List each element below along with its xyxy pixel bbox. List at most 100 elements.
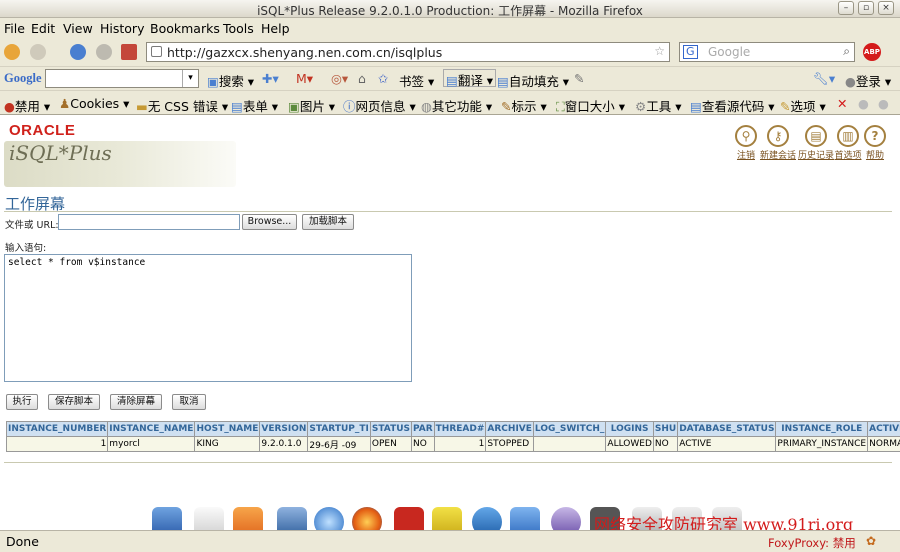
minimize-button[interactable]: –	[838, 1, 854, 15]
result-table: INSTANCE_NUMBER INSTANCE_NAME HOST_NAME …	[5, 421, 900, 452]
divider	[4, 462, 892, 463]
cancel-button[interactable]: 取消	[172, 394, 206, 410]
wd-resize[interactable]: ⛶窗口大小 ▾	[556, 96, 625, 115]
sql-input[interactable]: select * from v$instance	[4, 254, 412, 382]
menu-help[interactable]: Help	[261, 21, 290, 36]
webdev-toolbar: ●禁用 ▾ ♟Cookies ▾ ▬无 CSS 错误 ▾ ▤表单 ▾ ▣图片 ▾…	[0, 90, 900, 114]
bookmark-star-icon[interactable]: ☆	[654, 44, 665, 58]
cookies-icon: ♟	[59, 96, 71, 111]
google-page-icon[interactable]: ⌂	[358, 71, 366, 86]
status-dot-icon: ●	[858, 96, 869, 111]
search-box[interactable]: G Google ⌕	[679, 42, 855, 62]
google-autofill-button[interactable]: ▤自动填充 ▾	[497, 71, 569, 90]
close-window-button[interactable]: ×	[878, 1, 894, 15]
help-link[interactable]: ? 帮助	[855, 125, 895, 161]
menu-file[interactable]: File	[4, 21, 25, 36]
wd-tools[interactable]: ⚙工具 ▾	[635, 96, 681, 115]
column-header: ACTIVE_ST	[867, 421, 900, 437]
column-header: LOGINS	[605, 421, 654, 437]
wrench-icon[interactable]: 🔧︎▾	[813, 71, 835, 87]
table-cell: NO	[411, 436, 435, 452]
close-icon[interactable]: ✕	[837, 96, 847, 111]
status-bar: Done FoxyProxy: 禁用 ✿	[0, 530, 900, 552]
history-icon: ▤	[805, 125, 827, 147]
save-script-button[interactable]: 保存脚本	[48, 394, 100, 410]
file-url-input[interactable]	[58, 214, 240, 230]
menu-edit[interactable]: Edit	[31, 21, 55, 36]
search-placeholder: Google	[708, 45, 751, 59]
search-engine-icon[interactable]: G	[683, 45, 698, 59]
wd-outline[interactable]: ✎标示 ▾	[501, 96, 547, 115]
reload-icon[interactable]	[70, 44, 86, 60]
execute-button[interactable]: 执行	[6, 394, 38, 410]
wd-misc[interactable]: ◍其它功能 ▾	[421, 96, 492, 115]
browse-button[interactable]: Browse...	[242, 214, 297, 230]
wd-options[interactable]: ✎选项 ▾	[780, 96, 826, 115]
column-header: STARTUP_TI	[307, 421, 371, 437]
column-header: ARCHIVE	[485, 421, 534, 437]
load-script-button[interactable]: 加载脚本	[302, 214, 354, 230]
google-translate-button[interactable]: ▤翻译 ▾	[443, 69, 497, 88]
file-url-label: 文件或 URL:	[5, 220, 59, 231]
search-icon[interactable]: ⌕	[843, 44, 850, 59]
menu-history[interactable]: History	[100, 21, 144, 36]
table-cell: ALLOWED	[605, 436, 654, 452]
column-header: SHU	[652, 421, 679, 437]
menu-view[interactable]: View	[63, 21, 93, 36]
logout-icon: ⚲	[735, 125, 757, 147]
fox-icon[interactable]: ✿	[866, 534, 876, 548]
column-header: LOG_SWITCH_	[532, 421, 607, 437]
google-logo: Google	[4, 71, 42, 85]
google-share-icon[interactable]: ◎▾	[331, 71, 348, 86]
wd-cookies[interactable]: ♟Cookies ▾	[59, 96, 129, 111]
pencil-icon[interactable]: ✎	[574, 71, 584, 86]
google-login-button[interactable]: ●登录 ▾	[845, 71, 891, 90]
wd-page-info[interactable]: ⓘ网页信息 ▾	[343, 96, 416, 115]
wd-disable[interactable]: ●禁用 ▾	[4, 96, 50, 115]
column-header: INSTANCE_NAME	[107, 421, 196, 437]
key-icon: ⚷	[767, 125, 789, 147]
column-header: HOST_NAME	[194, 421, 261, 437]
stop-icon[interactable]	[96, 44, 112, 60]
wd-view-source[interactable]: ▤查看源代码 ▾	[690, 96, 775, 115]
google-bookmarks-button[interactable]: 书签 ▾	[399, 71, 434, 90]
adblock-icon[interactable]: ABP	[863, 43, 881, 61]
divider	[4, 211, 892, 212]
foxyproxy-status[interactable]: FoxyProxy: 禁用	[768, 535, 856, 551]
wd-images[interactable]: ▣图片 ▾	[288, 96, 335, 115]
home-icon[interactable]	[121, 44, 137, 60]
sql-text: select * from v$instance	[8, 257, 146, 268]
clear-screen-button[interactable]: 清除屏幕	[110, 394, 162, 410]
table-row: 1 myorcl KING 9.2.0.1.0 29-6月 -09 OPEN N…	[5, 436, 900, 452]
menu-bookmarks[interactable]: Bookmarks	[150, 21, 220, 36]
google-plus-icon[interactable]: ✚▾	[262, 71, 279, 86]
menu-tools[interactable]: Tools	[223, 21, 254, 36]
star-icon[interactable]: ✩	[378, 71, 388, 86]
url-bar[interactable]: http://gazxcx.shenyang.nen.com.cn/isqlpl…	[146, 42, 670, 62]
translate-icon: ▤	[446, 73, 458, 88]
chevron-down-icon[interactable]: ▾	[182, 70, 198, 87]
navigation-toolbar: http://gazxcx.shenyang.nen.com.cn/isqlpl…	[0, 38, 900, 66]
window-title: iSQL*Plus Release 9.2.0.1.0 Production: …	[257, 4, 643, 18]
wd-css[interactable]: ▬无 CSS 错误 ▾	[136, 96, 228, 115]
view-source-icon: ▤	[690, 99, 702, 114]
table-cell: ACTIVE	[677, 436, 777, 452]
table-cell: 29-6月 -09	[307, 436, 371, 452]
gmail-icon[interactable]: M▾	[296, 71, 313, 86]
google-search-input[interactable]: ▾	[45, 69, 199, 88]
site-icon	[151, 46, 162, 57]
forward-icon[interactable]	[30, 44, 46, 60]
maximize-button[interactable]: ▫	[858, 1, 874, 15]
autofill-icon: ▤	[497, 74, 509, 89]
menu-bar: File Edit View History Bookmarks Tools H…	[0, 18, 900, 38]
table-cell: PRIMARY_INSTANCE	[775, 436, 869, 452]
column-header: THREAD#	[433, 421, 487, 437]
table-cell	[532, 436, 607, 452]
wd-forms[interactable]: ▤表单 ▾	[231, 96, 278, 115]
table-cell: myorcl	[107, 436, 196, 452]
new-session-link[interactable]: ⚷ 新建会话	[758, 125, 798, 161]
back-icon[interactable]	[4, 44, 20, 60]
misc-icon: ◍	[421, 99, 432, 114]
disable-icon: ●	[4, 99, 15, 114]
google-search-button[interactable]: ▣搜索 ▾	[207, 71, 254, 90]
